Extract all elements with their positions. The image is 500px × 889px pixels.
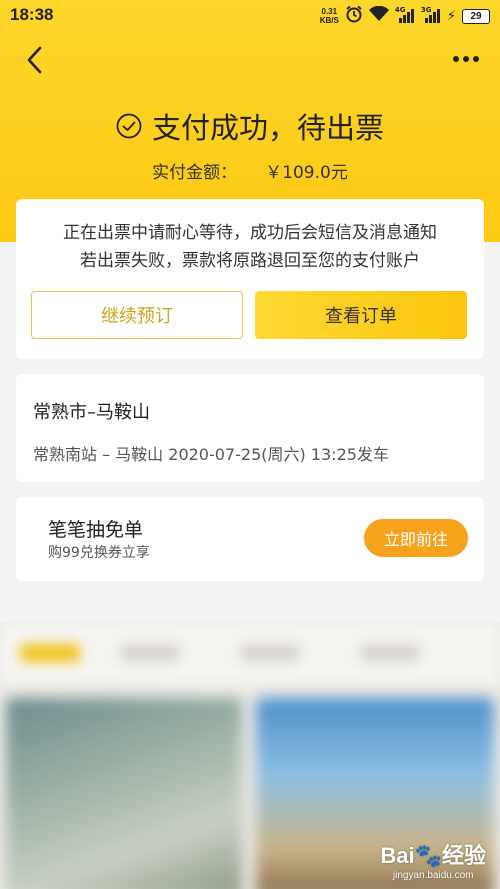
status-bar: 18:38 0.31 KB/S 4G 3G ⚡ 29 bbox=[0, 0, 500, 30]
nav-bar bbox=[0, 38, 500, 82]
promo-subtitle: 购99兑换券立享 bbox=[48, 545, 150, 561]
view-order-button[interactable]: 查看订单 bbox=[255, 291, 467, 339]
battery-icon: 29 bbox=[462, 8, 490, 24]
go-now-button[interactable]: 立即前往 bbox=[364, 519, 468, 557]
charging-icon: ⚡ bbox=[446, 8, 456, 24]
back-button[interactable] bbox=[20, 42, 50, 78]
notice-card: 正在出票中请耐心等待，成功后会短信及消息通知 若出票失败，票款将原路退回至您的支… bbox=[16, 199, 484, 359]
status-time: 18:38 bbox=[10, 5, 54, 24]
amount-label: 实付金额： bbox=[152, 163, 238, 183]
blurred-recommendations: Bai🐾经验 jingyan.baidu.com bbox=[0, 622, 500, 889]
more-icon bbox=[453, 56, 479, 62]
payment-status: 支付成功，待出票 bbox=[0, 106, 500, 146]
check-circle-icon bbox=[116, 113, 142, 139]
notice-text: 正在出票中请耐心等待，成功后会短信及消息通知 若出票失败，票款将原路退回至您的支… bbox=[63, 223, 437, 271]
trip-route: 常熟市–马鞍山 bbox=[33, 402, 150, 423]
amount-row: 实付金额： ￥109.0元 bbox=[0, 158, 500, 183]
signal-icon: 4G bbox=[395, 6, 415, 23]
status-icons: 0.31 KB/S 4G 3G ⚡ 29 bbox=[320, 5, 490, 27]
watermark: Bai🐾经验 jingyan.baidu.com bbox=[380, 843, 486, 881]
continue-booking-button[interactable]: 继续预订 bbox=[31, 291, 243, 339]
blurred-image bbox=[6, 698, 242, 889]
signal-icon: 3G bbox=[421, 6, 441, 23]
amount-value: ￥109.0元 bbox=[265, 163, 348, 183]
promo-card: 笔笔抽免单 购99兑换券立享 立即前往 bbox=[16, 497, 484, 581]
promo-title: 笔笔抽免单 bbox=[48, 519, 144, 541]
alarm-icon bbox=[345, 5, 363, 27]
blurred-tab-bar bbox=[0, 622, 500, 684]
trip-detail: 常熟南站 – 马鞍山 2020-07-25(周六) 13:25发车 bbox=[33, 445, 389, 464]
trip-card[interactable]: 常熟市–马鞍山 常熟南站 – 马鞍山 2020-07-25(周六) 13:25发… bbox=[16, 374, 484, 482]
page-title: 支付成功，待出票 bbox=[151, 111, 384, 145]
chevron-left-icon bbox=[27, 46, 42, 74]
network-speed: 0.31 KB/S bbox=[319, 7, 339, 25]
wifi-icon bbox=[368, 5, 389, 26]
more-button[interactable] bbox=[450, 44, 482, 74]
